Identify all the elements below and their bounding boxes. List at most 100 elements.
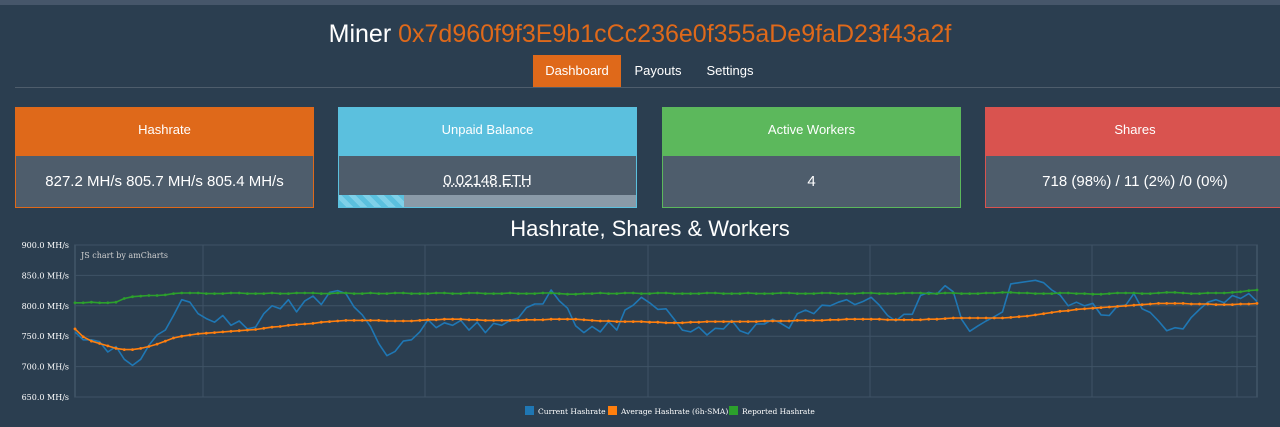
data-point [951, 291, 955, 295]
data-point [377, 319, 381, 322]
data-point [221, 330, 225, 334]
data-point [188, 291, 192, 295]
legend-swatch [608, 406, 617, 415]
plot-area [74, 244, 1258, 398]
data-point [713, 320, 717, 323]
data-point [902, 291, 906, 295]
data-point [1189, 292, 1193, 295]
legend-swatch [525, 406, 534, 415]
data-point [779, 319, 783, 323]
data-point [237, 329, 241, 333]
data-point [623, 320, 627, 323]
data-point [1148, 302, 1152, 306]
data-point [1181, 302, 1185, 305]
data-point [886, 292, 889, 295]
data-point [968, 292, 972, 295]
data-point [1214, 303, 1218, 306]
data-point [418, 292, 422, 295]
data-point [467, 291, 471, 295]
data-point [139, 347, 143, 350]
data-point [1181, 291, 1185, 295]
data-point [1239, 290, 1242, 294]
legend-swatch [729, 406, 738, 415]
data-point [623, 291, 627, 295]
data-point [845, 317, 848, 321]
data-point [689, 292, 692, 295]
data-point [1231, 291, 1234, 294]
data-point [516, 292, 520, 295]
data-point [311, 322, 315, 325]
data-point [1189, 302, 1193, 306]
data-point [1173, 291, 1177, 294]
data-point [1058, 291, 1062, 295]
data-point [664, 291, 668, 295]
data-point [1132, 303, 1136, 307]
data-point [246, 328, 249, 332]
data-point [1066, 291, 1070, 295]
data-point [254, 328, 257, 331]
data-point [533, 292, 537, 295]
data-point [98, 342, 101, 345]
data-point [1124, 304, 1128, 308]
data-point [795, 292, 799, 295]
data-point [1058, 309, 1062, 313]
data-point [451, 317, 454, 321]
data-point [1222, 303, 1226, 306]
data-point [344, 319, 348, 322]
chart-credit: JS chart by amCharts [80, 251, 168, 260]
data-point [943, 317, 947, 320]
data-point [738, 320, 742, 323]
data-point [1017, 291, 1021, 295]
data-point [533, 318, 537, 322]
data-point [434, 291, 438, 295]
data-point [1099, 306, 1103, 309]
data-point [837, 292, 840, 295]
data-point [180, 334, 184, 338]
data-point [278, 292, 282, 295]
data-point [254, 292, 257, 295]
data-point [869, 291, 873, 295]
data-point [311, 291, 315, 295]
data-point [1173, 302, 1177, 305]
data-point [1116, 305, 1119, 308]
data-point [287, 323, 290, 327]
data-point [648, 320, 651, 324]
data-point [730, 292, 734, 295]
data-point [229, 329, 233, 333]
data-point [484, 319, 487, 322]
data-point [910, 291, 914, 295]
data-point [459, 317, 463, 321]
data-point [935, 292, 939, 295]
data-point [475, 318, 479, 322]
data-point [204, 331, 208, 335]
data-point [1034, 292, 1037, 295]
data-point [582, 318, 586, 322]
data-point [525, 318, 528, 322]
data-point [590, 292, 594, 295]
data-point [1206, 291, 1210, 295]
data-point [615, 292, 619, 295]
data-point [1124, 291, 1128, 295]
data-point [328, 320, 331, 323]
data-point [172, 336, 175, 340]
data-point [557, 292, 561, 295]
data-point [467, 318, 471, 322]
data-point [98, 301, 101, 305]
data-point [122, 348, 126, 351]
data-point [385, 319, 389, 323]
data-point [837, 318, 840, 322]
data-point [114, 300, 118, 304]
data-point [590, 319, 594, 322]
data-point [426, 318, 430, 322]
data-point [418, 319, 422, 322]
data-point [820, 291, 824, 295]
data-point [754, 320, 758, 323]
data-point [1042, 292, 1045, 295]
data-point [295, 291, 298, 295]
data-point [1222, 291, 1226, 295]
data-point [303, 291, 307, 295]
data-point [648, 292, 651, 295]
data-point [582, 292, 586, 295]
data-point [853, 292, 857, 295]
data-point [1157, 302, 1160, 305]
